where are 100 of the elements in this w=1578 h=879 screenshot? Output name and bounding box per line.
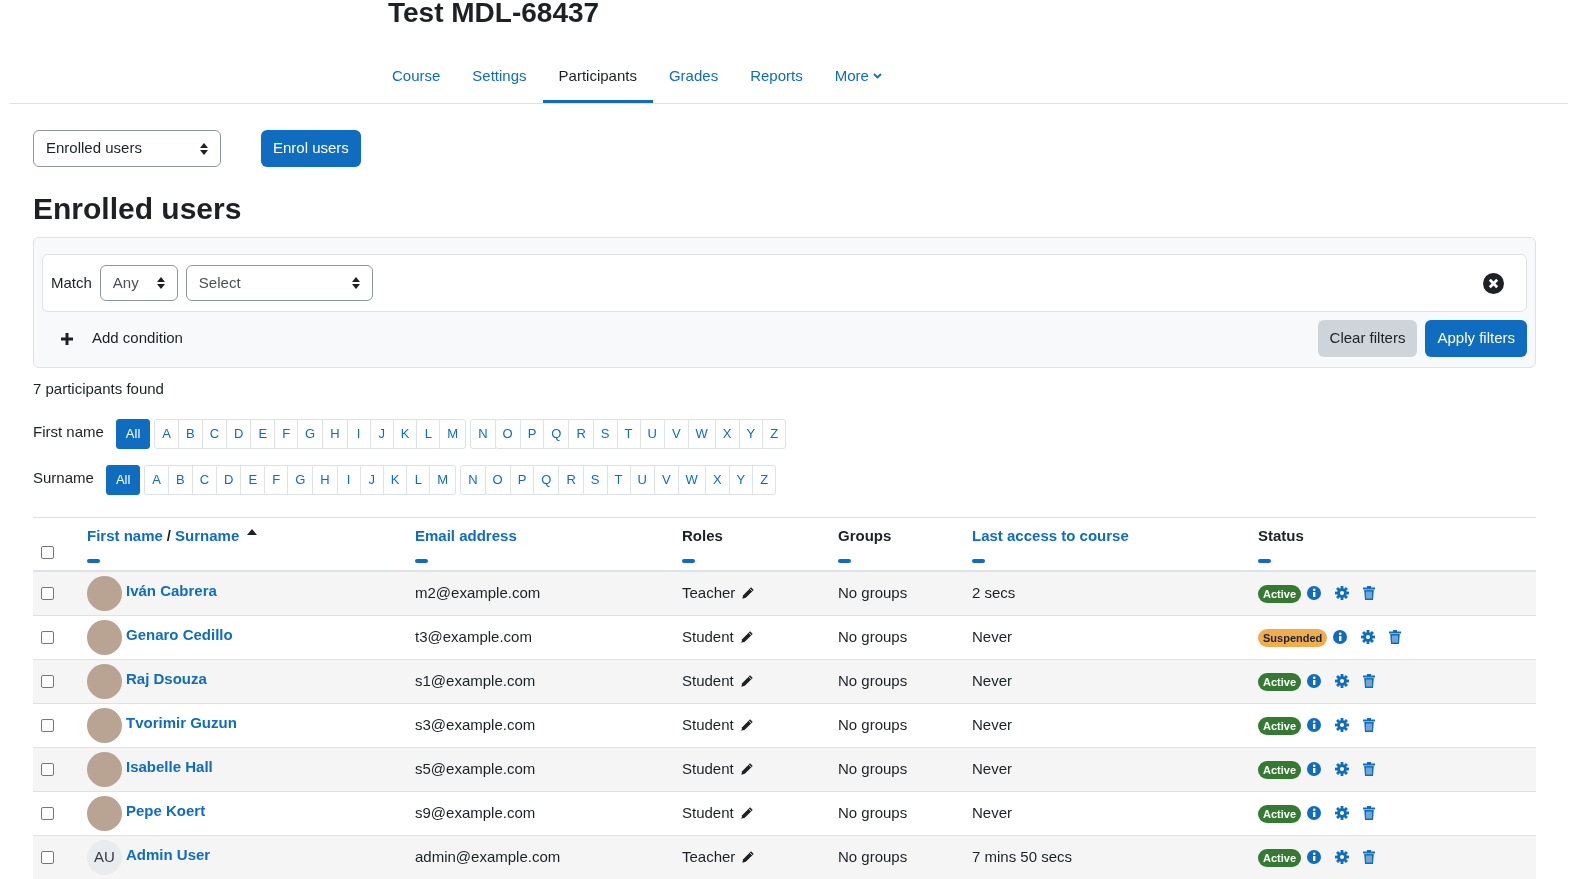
edit-pencil-icon[interactable] bbox=[739, 806, 754, 820]
initial-letter-button[interactable]: F bbox=[264, 464, 289, 495]
user-name-link[interactable]: Genaro Cedillo bbox=[126, 623, 233, 647]
initial-letter-button[interactable]: D bbox=[226, 418, 252, 449]
trash-icon[interactable] bbox=[1363, 850, 1376, 864]
nav-tab[interactable]: Course bbox=[376, 52, 457, 103]
initial-letter-button[interactable]: W bbox=[687, 418, 716, 449]
nav-tab[interactable]: Reports bbox=[734, 52, 819, 103]
initial-letter-button[interactable]: G bbox=[297, 418, 324, 449]
checkbox[interactable] bbox=[41, 850, 54, 864]
initial-letter-button[interactable]: Z bbox=[752, 464, 777, 495]
clear-filters-button[interactable]: Clear filters bbox=[1317, 320, 1418, 357]
trash-icon[interactable] bbox=[1363, 718, 1376, 732]
apply-filters-button[interactable]: Apply filters bbox=[1425, 320, 1527, 357]
initial-letter-button[interactable]: R bbox=[558, 464, 584, 495]
info-icon[interactable] bbox=[1307, 674, 1322, 688]
surname-sort-link[interactable]: Surname bbox=[175, 524, 240, 547]
initial-letter-button[interactable]: I bbox=[346, 418, 371, 449]
user-name-link[interactable]: Raj Dsouza bbox=[126, 667, 207, 691]
checkbox[interactable] bbox=[41, 718, 54, 732]
match-select[interactable]: Any bbox=[99, 265, 178, 301]
collapse-column-icon[interactable] bbox=[415, 559, 428, 563]
collapse-column-icon[interactable] bbox=[682, 559, 695, 563]
initial-letter-button[interactable]: H bbox=[312, 464, 338, 495]
nav-tab[interactable]: Grades bbox=[652, 52, 735, 103]
edit-pencil-icon[interactable] bbox=[739, 630, 754, 644]
settings-icon[interactable] bbox=[1335, 586, 1350, 600]
settings-icon[interactable] bbox=[1335, 806, 1350, 820]
initial-letter-button[interactable]: X bbox=[704, 464, 730, 495]
edit-pencil-icon[interactable] bbox=[739, 762, 754, 776]
user-name-link[interactable]: Pepe Koert bbox=[126, 799, 206, 823]
edit-pencil-icon[interactable] bbox=[739, 718, 754, 732]
initial-letter-button[interactable]: J bbox=[369, 418, 394, 449]
initial-letter-button[interactable]: Z bbox=[762, 418, 787, 449]
checkbox[interactable] bbox=[41, 630, 54, 644]
settings-icon[interactable] bbox=[1335, 718, 1350, 732]
initial-letter-button[interactable]: B bbox=[178, 418, 203, 449]
initial-letter-button[interactable]: E bbox=[250, 418, 276, 449]
initial-letter-button[interactable]: V bbox=[653, 464, 679, 495]
enrol-users-button[interactable]: Enrol users bbox=[261, 130, 361, 167]
initial-letter-button[interactable]: A bbox=[144, 464, 169, 495]
info-icon[interactable] bbox=[1333, 630, 1348, 644]
initial-letter-button[interactable]: T bbox=[616, 418, 641, 449]
info-icon[interactable] bbox=[1307, 850, 1322, 864]
initial-letter-button[interactable]: D bbox=[216, 464, 242, 495]
initial-letter-button[interactable]: L bbox=[416, 418, 441, 449]
trash-icon[interactable] bbox=[1363, 586, 1376, 600]
trash-icon[interactable] bbox=[1389, 630, 1402, 644]
info-icon[interactable] bbox=[1307, 762, 1322, 776]
initial-letter-button[interactable]: C bbox=[191, 464, 218, 495]
view-select[interactable]: Enrolled users bbox=[33, 130, 221, 167]
initial-letter-button[interactable]: U bbox=[629, 464, 655, 495]
settings-icon[interactable] bbox=[1361, 630, 1376, 644]
user-name-link[interactable]: Isabelle Hall bbox=[126, 755, 213, 779]
trash-icon[interactable] bbox=[1363, 674, 1376, 688]
initial-letter-button[interactable]: Q bbox=[533, 464, 560, 495]
user-name-link[interactable]: Iván Cabrera bbox=[126, 579, 217, 603]
edit-pencil-icon[interactable] bbox=[741, 586, 756, 600]
edit-pencil-icon[interactable] bbox=[739, 674, 754, 688]
checkbox[interactable] bbox=[41, 806, 54, 820]
column-sort-link[interactable]: Last access to course bbox=[972, 526, 1129, 544]
nav-tab[interactable]: Participants bbox=[542, 52, 653, 103]
initial-letter-button[interactable]: S bbox=[582, 464, 608, 495]
initial-letter-button[interactable]: C bbox=[201, 418, 228, 449]
initial-letter-button[interactable]: All bbox=[105, 464, 141, 495]
nav-tab[interactable]: Settings bbox=[456, 52, 543, 103]
initial-letter-button[interactable]: F bbox=[274, 418, 299, 449]
initial-letter-button[interactable]: All bbox=[115, 418, 151, 449]
checkbox[interactable] bbox=[41, 545, 54, 559]
info-icon[interactable] bbox=[1307, 718, 1322, 732]
settings-icon[interactable] bbox=[1335, 850, 1350, 864]
trash-icon[interactable] bbox=[1363, 806, 1376, 820]
checkbox[interactable] bbox=[41, 674, 54, 688]
initial-letter-button[interactable]: I bbox=[336, 464, 361, 495]
info-icon[interactable] bbox=[1307, 586, 1322, 600]
initial-letter-button[interactable]: U bbox=[639, 418, 665, 449]
settings-icon[interactable] bbox=[1335, 762, 1350, 776]
collapse-column-icon[interactable] bbox=[1258, 559, 1271, 563]
column-sort-link[interactable]: Email address bbox=[415, 526, 517, 544]
condition-select[interactable]: Select bbox=[185, 265, 373, 301]
initial-letter-button[interactable]: G bbox=[287, 464, 314, 495]
edit-pencil-icon[interactable] bbox=[741, 850, 756, 864]
initial-letter-button[interactable]: J bbox=[359, 464, 384, 495]
initial-letter-button[interactable]: H bbox=[322, 418, 348, 449]
checkbox[interactable] bbox=[41, 586, 54, 600]
settings-icon[interactable] bbox=[1335, 674, 1350, 688]
initial-letter-button[interactable]: B bbox=[168, 464, 193, 495]
collapse-column-icon[interactable] bbox=[972, 559, 985, 563]
user-name-link[interactable]: Tvorimir Guzun bbox=[126, 711, 237, 735]
initial-letter-button[interactable]: V bbox=[663, 418, 689, 449]
initial-letter-button[interactable]: N bbox=[470, 418, 496, 449]
initial-letter-button[interactable]: L bbox=[406, 464, 431, 495]
collapse-column-icon[interactable] bbox=[87, 559, 100, 563]
nav-tab[interactable]: More bbox=[818, 52, 898, 103]
user-name-link[interactable]: Admin User bbox=[126, 843, 211, 867]
info-icon[interactable] bbox=[1307, 806, 1322, 820]
initial-letter-button[interactable]: A bbox=[154, 418, 179, 449]
initial-letter-button[interactable]: S bbox=[592, 418, 618, 449]
add-condition-button[interactable]: Add condition bbox=[42, 327, 183, 350]
initial-letter-button[interactable]: M bbox=[429, 464, 457, 495]
